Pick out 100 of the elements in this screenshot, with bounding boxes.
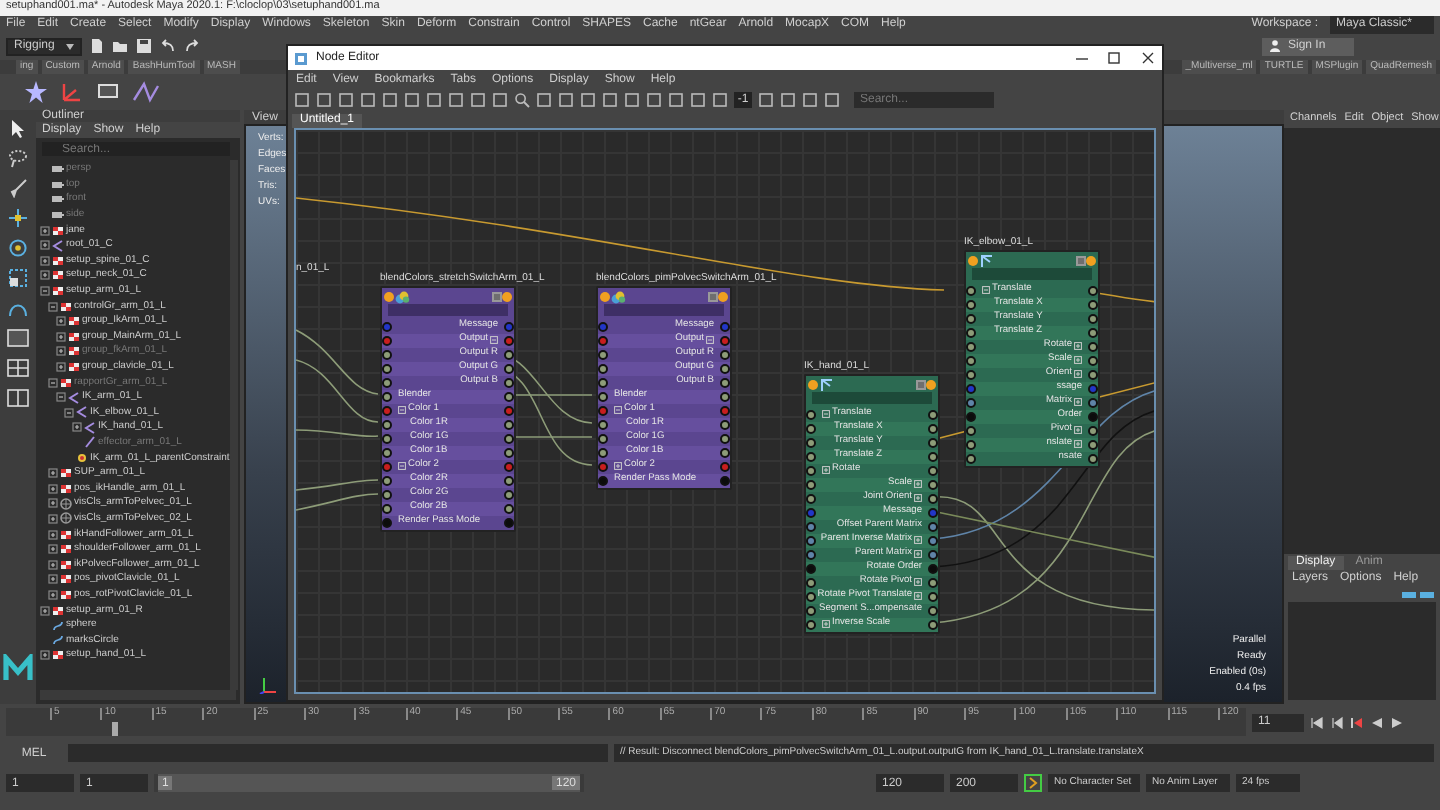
square-icon[interactable]: [316, 92, 332, 108]
collapse-toggle-icon[interactable]: [56, 392, 66, 403]
node-port[interactable]: [926, 379, 936, 389]
square-icon[interactable]: [382, 92, 398, 108]
collapse-toggle-icon[interactable]: [40, 286, 50, 297]
maya-logo-icon[interactable]: [2, 654, 34, 682]
expand-toggle-icon[interactable]: [48, 483, 58, 494]
square-icon[interactable]: [624, 92, 640, 108]
node-port[interactable]: [808, 379, 818, 389]
node-port[interactable]: [384, 291, 394, 301]
save-icon[interactable]: [136, 38, 152, 54]
collapse-toggle-icon[interactable]: [398, 406, 406, 415]
square-icon[interactable]: [426, 92, 442, 108]
square-icon[interactable]: [802, 92, 818, 108]
square-icon[interactable]: [558, 92, 574, 108]
expand-toggle-icon[interactable]: [48, 544, 58, 555]
node-name-field[interactable]: [604, 304, 724, 316]
expand-toggle-icon[interactable]: [614, 462, 622, 471]
paint-brush-icon[interactable]: [8, 178, 28, 198]
collapse-toggle-icon[interactable]: [982, 286, 990, 295]
expand-toggle-icon[interactable]: [40, 255, 50, 266]
node-card[interactable]: [804, 374, 940, 634]
expand-toggle-icon[interactable]: [1074, 440, 1082, 449]
collapse-toggle-icon[interactable]: [490, 336, 498, 345]
square-icon[interactable]: [690, 92, 706, 108]
expand-toggle-icon[interactable]: [48, 529, 58, 540]
square-icon[interactable]: [602, 92, 618, 108]
axis-icon[interactable]: [60, 80, 84, 104]
node-name-field[interactable]: [972, 268, 1092, 280]
go-to-start-icon[interactable]: [1310, 715, 1324, 729]
play-forward-icon[interactable]: [1390, 715, 1404, 729]
square-icon[interactable]: [758, 92, 774, 108]
bone-chain-icon[interactable]: [132, 80, 160, 104]
expand-toggle-icon[interactable]: [40, 270, 50, 281]
move-tool-icon[interactable]: [8, 208, 28, 228]
undo-icon[interactable]: [160, 38, 176, 54]
expand-toggle-icon[interactable]: [914, 550, 922, 559]
collapse-toggle-icon[interactable]: [822, 410, 830, 419]
folder-icon[interactable]: [112, 38, 128, 54]
square-icon[interactable]: [646, 92, 662, 108]
expand-toggle-icon[interactable]: [56, 316, 66, 327]
expand-toggle-icon[interactable]: [40, 225, 50, 236]
collapse-toggle-icon[interactable]: [64, 407, 74, 418]
square-icon[interactable]: [360, 92, 376, 108]
single-layout-icon[interactable]: [6, 328, 30, 348]
square-icon[interactable]: [338, 92, 354, 108]
key-back-icon[interactable]: [1350, 715, 1364, 729]
collapse-toggle-icon[interactable]: [48, 301, 58, 312]
collapse-toggle-icon[interactable]: [706, 336, 714, 345]
collapse-toggle-icon[interactable]: [398, 462, 406, 471]
node-port[interactable]: [968, 255, 978, 265]
expand-toggle-icon[interactable]: [48, 468, 58, 479]
step-back-icon[interactable]: [1330, 715, 1344, 729]
expand-toggle-icon[interactable]: [914, 536, 922, 545]
expand-toggle-icon[interactable]: [1074, 356, 1082, 365]
expand-toggle-icon[interactable]: [40, 240, 50, 251]
four-layout-icon[interactable]: [6, 358, 30, 378]
expand-toggle-icon[interactable]: [48, 574, 58, 585]
node-port[interactable]: [502, 291, 512, 301]
collapse-toggle-icon[interactable]: [48, 377, 58, 388]
expand-toggle-icon[interactable]: [48, 513, 58, 524]
expand-toggle-icon[interactable]: [822, 620, 830, 629]
expand-toggle-icon[interactable]: [914, 578, 922, 587]
split-layout-icon[interactable]: [6, 388, 30, 408]
node-port[interactable]: [1086, 255, 1096, 265]
expand-toggle-icon[interactable]: [1074, 370, 1082, 379]
expand-toggle-icon[interactable]: [914, 494, 922, 503]
expand-toggle-icon[interactable]: [56, 362, 66, 373]
node-port[interactable]: [600, 291, 610, 301]
node-graph-canvas[interactable]: [294, 128, 1156, 694]
expand-toggle-icon[interactable]: [1074, 398, 1082, 407]
playhead[interactable]: [111, 722, 118, 736]
expand-toggle-icon[interactable]: [48, 589, 58, 600]
expand-toggle-icon[interactable]: [48, 498, 58, 509]
lasso-icon[interactable]: [8, 148, 28, 168]
maximize-icon[interactable]: [1102, 50, 1126, 66]
monitor-icon[interactable]: [96, 80, 120, 104]
square-icon[interactable]: [470, 92, 486, 108]
redo-icon[interactable]: [184, 38, 200, 54]
expand-toggle-icon[interactable]: [1074, 342, 1082, 351]
expand-toggle-icon[interactable]: [914, 592, 922, 601]
expand-toggle-icon[interactable]: [914, 480, 922, 489]
magnifier-icon[interactable]: [514, 92, 530, 108]
new-file-icon[interactable]: [90, 38, 104, 54]
expand-toggle-icon[interactable]: [40, 650, 50, 661]
square-icon[interactable]: [492, 92, 508, 108]
play-backward-icon[interactable]: [1370, 715, 1384, 729]
expand-toggle-icon[interactable]: [72, 422, 82, 433]
square-icon[interactable]: [824, 92, 840, 108]
node-port[interactable]: [718, 291, 728, 301]
expand-toggle-icon[interactable]: [40, 605, 50, 616]
square-icon[interactable]: [780, 92, 796, 108]
scale-tool-icon[interactable]: [8, 268, 28, 288]
square-icon[interactable]: [536, 92, 552, 108]
expand-toggle-icon[interactable]: [48, 559, 58, 570]
list-icon[interactable]: [708, 291, 718, 301]
node-name-field[interactable]: [812, 392, 932, 404]
command-field[interactable]: [68, 744, 608, 762]
expand-toggle-icon[interactable]: [56, 346, 66, 357]
square-icon[interactable]: [448, 92, 464, 108]
